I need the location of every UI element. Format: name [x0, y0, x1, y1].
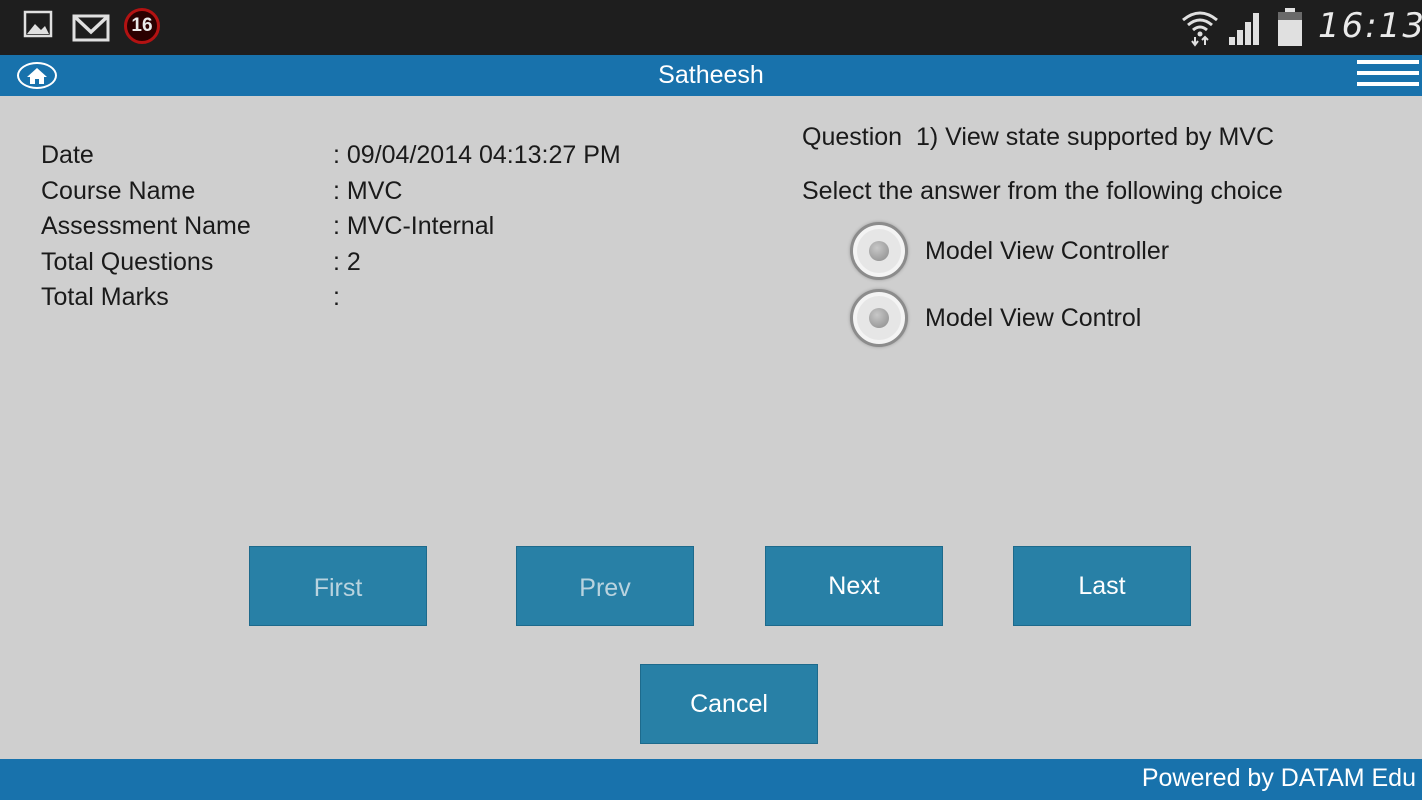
battery-icon [1278, 8, 1302, 46]
footer: Powered by DATAM Edu [0, 759, 1422, 800]
hamburger-line [1357, 82, 1419, 86]
question-instruction: Select the answer from the following cho… [802, 177, 1283, 205]
info-value: : [333, 283, 340, 312]
notification-badge: 16 [124, 8, 160, 44]
hamburger-menu-icon [1357, 60, 1419, 64]
info-value: : 09/04/2014 04:13:27 PM [333, 141, 621, 169]
radio-dot [869, 241, 889, 261]
radio-dot [869, 308, 889, 328]
gmail-icon [72, 14, 110, 42]
question-text: Question 1) View state supported by MVC [802, 123, 1274, 151]
status-bar: 16 16:13 [0, 0, 1422, 55]
footer-text: Powered by DATAM Edu [1141, 764, 1416, 792]
info-label: Date [41, 141, 94, 169]
choice-label: Model View Controller [925, 236, 1170, 265]
info-value: : 2 [333, 247, 361, 276]
choice-option-1[interactable]: Model View Controller [850, 219, 1169, 283]
info-value: : MVC [333, 176, 403, 205]
hamburger-line [1357, 71, 1419, 75]
menu-button[interactable] [1357, 60, 1419, 92]
prev-button[interactable]: Prev [516, 546, 694, 626]
first-button[interactable]: First [249, 546, 427, 626]
radio-button[interactable] [850, 289, 908, 347]
info-label: Total Questions [41, 247, 214, 276]
info-value: : MVC-Internal [333, 212, 495, 241]
clock: 16:13 [1318, 6, 1422, 46]
radio-button[interactable] [850, 222, 908, 280]
screen: 16 16:13 Satheesh Date: 09/04/2014 04:1… [0, 0, 1422, 800]
cancel-button[interactable]: Cancel [640, 664, 818, 744]
choice-label: Model View Control [925, 303, 1142, 332]
next-button[interactable]: Next [765, 546, 943, 626]
choice-option-2[interactable]: Model View Control [850, 286, 1141, 350]
info-label: Total Marks [41, 283, 169, 312]
info-label: Assessment Name [41, 212, 251, 241]
info-label: Course Name [41, 176, 196, 205]
page-title: Satheesh [658, 61, 764, 89]
wifi-icon [1182, 11, 1218, 47]
last-button[interactable]: Last [1013, 546, 1191, 626]
title-bar: Satheesh [0, 55, 1422, 96]
gallery-icon [23, 10, 53, 38]
signal-icon [1229, 13, 1259, 45]
